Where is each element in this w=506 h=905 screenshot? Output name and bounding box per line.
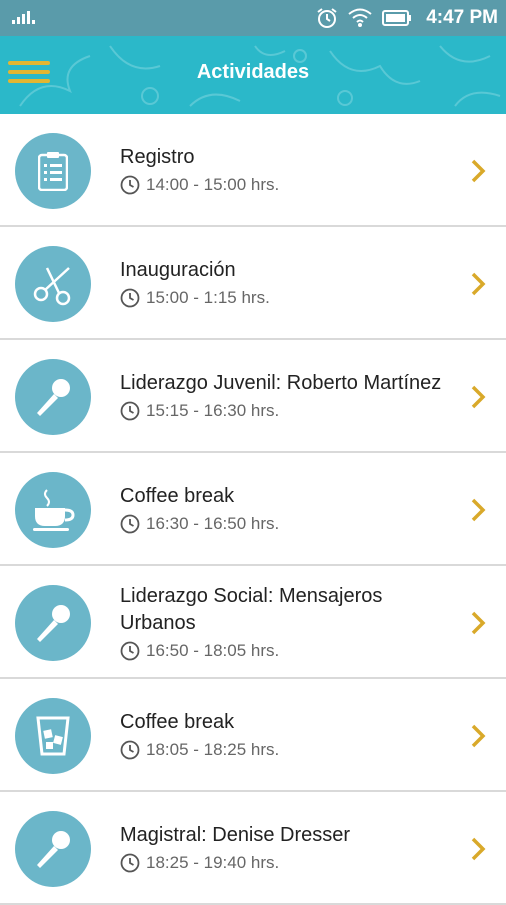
microphone-icon: [37, 379, 70, 416]
clock-icon: [120, 175, 140, 195]
chevron-right-icon: [471, 159, 486, 183]
activity-time: 15:15 - 16:30 hrs.: [146, 401, 280, 420]
activity-icon-circle: [15, 133, 91, 209]
activity-icon-circle: [15, 472, 91, 548]
app-header: Actividades: [0, 36, 506, 114]
status-bar: 4:47 PM: [0, 0, 506, 36]
microphone-icon: [37, 831, 70, 868]
activity-icon-circle: [15, 359, 91, 435]
activity-icon-circle: [15, 811, 91, 887]
signal-icon: [12, 11, 35, 24]
activity-title: Liderazgo Juvenil: Roberto Martínez: [120, 372, 442, 394]
clock-icon: [120, 740, 140, 760]
clipboard-icon: [38, 152, 68, 191]
activity-icon-circle: [15, 585, 91, 661]
page-title: Actividades: [196, 61, 310, 83]
list-item[interactable]: Coffee break 16:30 - 16:50 hrs.: [0, 453, 506, 566]
iced-drink-icon: [36, 716, 70, 756]
chevron-right-icon: [471, 611, 486, 635]
wifi-icon: [348, 8, 372, 27]
activity-title: Magistral: Denise Dresser: [120, 824, 351, 846]
chevron-right-icon: [471, 385, 486, 409]
chevron-right-icon: [471, 837, 486, 861]
activity-title: Coffee break: [120, 485, 235, 507]
list-item[interactable]: Liderazgo Social: Mensajeros Urbanos 16:…: [0, 566, 506, 679]
activity-icon-circle: [15, 698, 91, 774]
activity-time: 15:00 - 1:15 hrs.: [146, 288, 270, 307]
alarm-icon: [317, 8, 337, 28]
list-item[interactable]: Magistral: Denise Dresser 18:25 - 19:40 …: [0, 792, 506, 905]
activity-time: 18:25 - 19:40 hrs.: [146, 853, 280, 872]
activity-time: 16:30 - 16:50 hrs.: [146, 514, 280, 533]
activity-icon-circle: [15, 246, 91, 322]
activity-time: 18:05 - 18:25 hrs.: [146, 740, 280, 759]
activity-time: 14:00 - 15:00 hrs.: [146, 175, 280, 194]
activity-title: Coffee break: [120, 711, 235, 733]
scissors-icon: [33, 267, 71, 306]
chevron-right-icon: [471, 498, 486, 522]
clock-icon: [120, 401, 140, 421]
activity-list: Registro 14:00 - 15:00 hrs. Inauguración…: [0, 114, 506, 905]
clock-icon: [120, 641, 140, 660]
clock-icon: [120, 514, 140, 534]
chevron-right-icon: [471, 272, 486, 296]
clock-icon: [120, 288, 140, 308]
microphone-icon: [37, 605, 70, 642]
activity-title: Registro: [120, 146, 195, 168]
battery-icon: [382, 10, 412, 26]
list-item[interactable]: Registro 14:00 - 15:00 hrs.: [0, 114, 506, 227]
chevron-right-icon: [471, 724, 486, 748]
activity-title: Inauguración: [120, 259, 236, 281]
activity-title: Liderazgo Social: Mensajeros Urbanos: [120, 584, 383, 634]
status-time: 4:47 PM: [426, 7, 498, 28]
list-item[interactable]: Liderazgo Juvenil: Roberto Martínez 15:1…: [0, 340, 506, 453]
activity-time: 16:50 - 18:05 hrs.: [146, 640, 280, 660]
coffee-cup-icon: [33, 489, 75, 531]
list-item[interactable]: Coffee break 18:05 - 18:25 hrs.: [0, 679, 506, 792]
list-item[interactable]: Inauguración 15:00 - 1:15 hrs.: [0, 227, 506, 340]
clock-icon: [120, 853, 140, 873]
